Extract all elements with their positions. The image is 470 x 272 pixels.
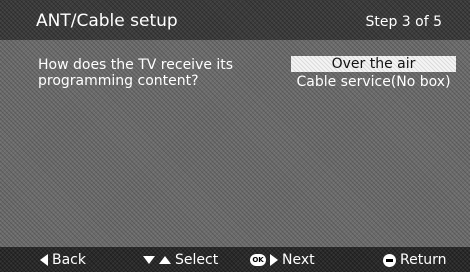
option-cable-service[interactable]: Cable service(No box) [291, 74, 456, 90]
triangle-right-icon [270, 254, 278, 266]
header-bar: ANT/Cable setup Step 3 of 5 [0, 0, 470, 40]
triangle-left-icon [40, 254, 48, 266]
select-label: Select [175, 252, 219, 268]
option-over-the-air[interactable]: Over the air [291, 56, 456, 72]
tv-setup-screen: ANT/Cable setup Step 3 of 5 How does the… [0, 0, 470, 272]
page-title: ANT/Cable setup [36, 11, 178, 31]
return-label: Return [400, 252, 447, 268]
setup-question: How does the TV receive its programming … [38, 57, 234, 89]
ok-button-icon: OK [250, 254, 266, 266]
back-label: Back [52, 252, 86, 268]
select-hint[interactable]: Select [143, 252, 218, 268]
arrow-up-icon [159, 256, 171, 264]
back-hint[interactable]: Back [40, 252, 86, 268]
next-label: Next [282, 252, 315, 268]
step-indicator: Step 3 of 5 [365, 14, 442, 30]
return-hint[interactable]: Return [383, 252, 446, 268]
next-hint[interactable]: OK Next [250, 252, 315, 268]
arrow-down-icon [143, 256, 155, 264]
footer-hint-bar: Back Select OK Next Return [0, 247, 470, 272]
return-button-icon [383, 253, 396, 267]
